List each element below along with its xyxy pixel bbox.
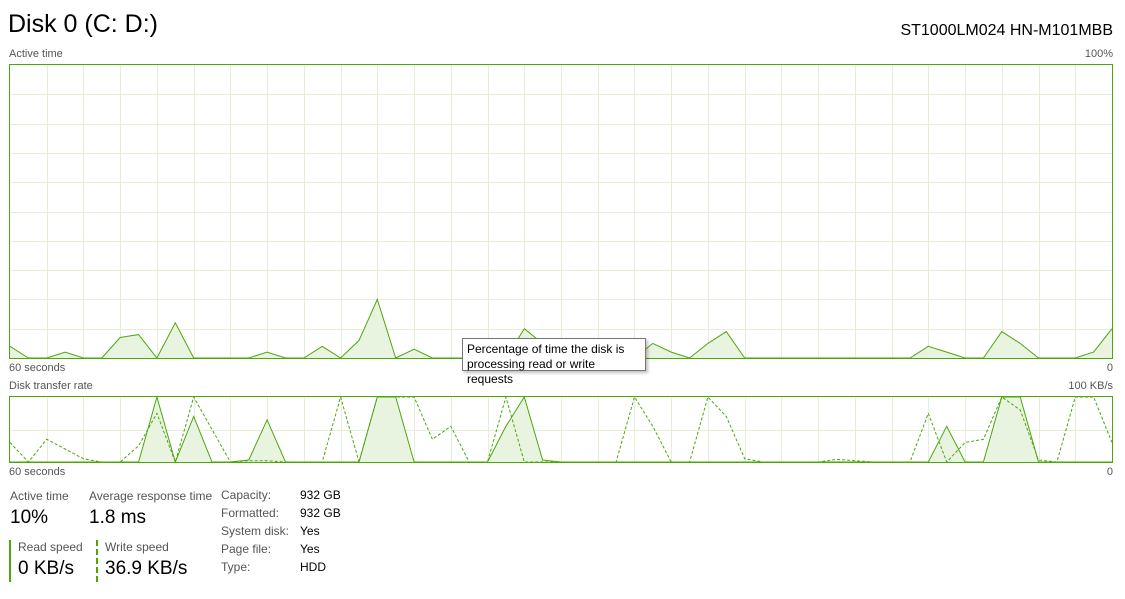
transfer-rate-graph-canvas xyxy=(10,397,1112,462)
active-time-graph-canvas xyxy=(10,65,1112,358)
property-value: 932 GB xyxy=(300,488,341,502)
disk-model: ST1000LM024 HN-M101MBB xyxy=(900,22,1113,39)
write-speed-value: 36.9 KB/s xyxy=(105,558,188,579)
read-speed-stat: Read speed 0 KB/s xyxy=(9,540,83,582)
active-time-tooltip: Percentage of time the disk is processin… xyxy=(462,338,646,386)
disk-properties: Capacity: 932 GB Formatted: 932 GB Syste… xyxy=(221,488,341,578)
property-key: Capacity: xyxy=(221,488,272,502)
transfer-graph-label: Disk transfer rate xyxy=(9,380,93,392)
transfer-rate-graph[interactable] xyxy=(9,396,1113,463)
property-value: Yes xyxy=(300,524,320,538)
write-speed-stat: Write speed 36.9 KB/s xyxy=(96,540,187,582)
response-time-stat-value: 1.8 ms xyxy=(89,507,147,528)
response-time-stat: Average response time 1.8 ms xyxy=(89,489,212,529)
property-key: System disk: xyxy=(221,524,290,538)
tooltip-line-2: processing read or write requests xyxy=(467,357,596,386)
tooltip-line-1: Percentage of time the disk is xyxy=(467,342,625,356)
active-time-graph-label: Active time xyxy=(9,48,63,60)
read-speed-label: Read speed xyxy=(18,540,83,554)
property-row-type: Type: HDD xyxy=(221,560,341,578)
write-speed-label: Write speed xyxy=(105,540,169,554)
active-time-graph-max-label: 100% xyxy=(1084,48,1113,60)
property-key: Page file: xyxy=(221,542,272,556)
active-time-graph-min-label: 0 xyxy=(1106,362,1113,374)
active-time-stat: Active time 10% xyxy=(10,489,69,529)
transfer-graph-min-label: 0 xyxy=(1106,466,1113,478)
active-time-stat-label: Active time xyxy=(10,489,69,503)
property-row-formatted: Formatted: 932 GB xyxy=(221,506,341,524)
response-time-stat-label: Average response time xyxy=(89,489,213,503)
active-time-graph[interactable] xyxy=(9,64,1113,359)
property-row-system-disk: System disk: Yes xyxy=(221,524,341,542)
property-row-page-file: Page file: Yes xyxy=(221,542,341,560)
property-value: HDD xyxy=(300,560,326,574)
read-speed-value: 0 KB/s xyxy=(18,558,74,579)
active-time-graph-time-label: 60 seconds xyxy=(9,362,66,374)
property-key: Formatted: xyxy=(221,506,280,520)
property-row-capacity: Capacity: 932 GB xyxy=(221,488,341,506)
transfer-graph-time-label: 60 seconds xyxy=(9,466,66,478)
property-key: Type: xyxy=(221,560,251,574)
property-value: 932 GB xyxy=(300,506,341,520)
active-time-stat-value: 10% xyxy=(10,507,49,528)
property-value: Yes xyxy=(300,542,320,556)
transfer-graph-max-label: 100 KB/s xyxy=(1068,380,1113,392)
disk-title: Disk 0 (C: D:) xyxy=(8,10,158,38)
